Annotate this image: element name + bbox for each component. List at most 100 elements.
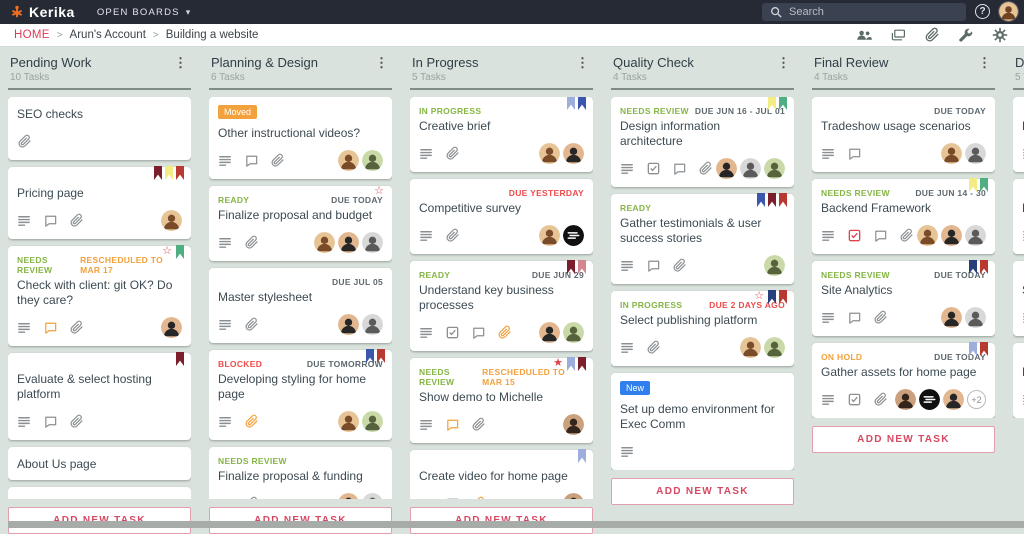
star-icon: ☆ [162, 245, 172, 257]
avatar [539, 322, 560, 343]
task-card[interactable]: NEEDS REVIEW Finalize proposal & funding [209, 447, 392, 499]
card-list: NEEDS REVIEW DUE JUN 16 - JUL 01 Design in… [611, 97, 794, 470]
search-input[interactable]: Search [762, 3, 966, 21]
card-list: DUED DUEL DUES DUEF [1013, 97, 1024, 418]
help-icon[interactable]: ? [975, 4, 990, 19]
card-title: Developing styling for home page [218, 372, 367, 401]
attach-icon [698, 161, 713, 176]
flag-icon [578, 97, 586, 110]
attachments-icon[interactable] [924, 27, 940, 43]
card-flags [969, 260, 988, 274]
card-title: Check with client: git OK? Do they care? [17, 278, 173, 307]
chat-icon [445, 417, 460, 432]
card-meta [218, 314, 383, 335]
card-indicators [419, 496, 486, 499]
card-title: Show demo to Michelle [419, 390, 544, 404]
task-card[interactable]: NEEDS REVIEW DUE JUN 16 - JUL 01 Design in… [611, 97, 794, 187]
task-card[interactable]: SEO checks [8, 97, 191, 160]
horizontal-scrollbar[interactable] [8, 521, 1024, 528]
card-status-row: DUE JUL 05 [218, 277, 383, 287]
flag-icon [377, 349, 385, 363]
breadcrumb-account[interactable]: Arun's Account [70, 29, 146, 41]
chat-icon [445, 496, 460, 499]
task-card[interactable]: IN PROGRESS Creative brief [410, 97, 593, 172]
card-assignees [740, 337, 785, 358]
column-menu-icon[interactable]: ⋮ [974, 55, 995, 71]
breadcrumb-home[interactable]: HOME [14, 29, 50, 41]
task-card[interactable]: DUEF [1013, 343, 1024, 418]
card-assignees [338, 493, 383, 499]
card-title: Site Analytics [821, 283, 893, 297]
task-card[interactable]: NEEDS REVIEW DUE JUN 14 - 30 Backend Frame… [812, 178, 995, 254]
card-assignees [563, 414, 584, 435]
task-card[interactable]: Any additional collateral we need? [8, 487, 191, 499]
add-new-task-button[interactable]: ADD NEW TASK [611, 478, 794, 505]
task-card[interactable]: ☆ READY DUE TODAY Finalize proposal and bud… [209, 185, 392, 261]
card-indicators [419, 417, 486, 432]
flag-icon [176, 166, 184, 180]
flag-icon [567, 97, 575, 110]
add-new-task-button[interactable]: ADD NEW TASK [812, 426, 995, 453]
task-card[interactable]: READY DUE JUN 29 Understand key business p… [410, 260, 593, 351]
avatar [362, 314, 383, 335]
team-icon[interactable] [856, 27, 872, 43]
avatar [362, 150, 383, 171]
attach-icon [69, 414, 84, 429]
task-card[interactable]: ON HOLD DUE TODAY Gather assets for home p… [812, 342, 995, 418]
card-meta [218, 411, 383, 432]
card-assignees [338, 411, 383, 432]
chat-icon [43, 320, 58, 335]
description-icon [821, 392, 836, 407]
avatar-overflow: +2 [967, 390, 986, 409]
user-avatar[interactable] [999, 2, 1018, 21]
task-card[interactable]: ★ NEEDS REVIEW RESCHEDULED TO MAR 15 Show d… [410, 357, 593, 443]
task-card[interactable]: READY Gather testimonials & user success … [611, 193, 794, 284]
status-label: NEEDS REVIEW [419, 367, 455, 387]
column-menu-icon[interactable]: ⋮ [170, 55, 191, 71]
card-status-row: READY DUE JUN 29 [419, 270, 584, 280]
task-card[interactable]: About Us page [8, 447, 191, 480]
task-card[interactable]: Evaluate & select hosting platform [8, 352, 191, 440]
column-header: Done5 Tasks⋮ [1013, 52, 1024, 90]
task-card[interactable]: New Set up demo environment for Exec Comm [611, 373, 794, 470]
brand-name: Kerika [29, 4, 75, 20]
flag-icon [366, 349, 374, 363]
task-card[interactable]: DUE YESTERDAY Competitive survey [410, 179, 593, 254]
task-card[interactable]: Moved Other instructional videos? [209, 97, 392, 179]
card-title: SEO checks [17, 107, 84, 121]
description-icon [419, 146, 434, 161]
card-meta [620, 441, 785, 462]
attach-icon [244, 414, 259, 429]
open-boards-menu[interactable]: OPEN BOARDS ▾ [97, 7, 192, 18]
card-status-row: DUE TODAY [821, 106, 986, 116]
task-card[interactable]: ☆ NEEDS REVIEW RESCHEDULED TO MAR 17 Check … [8, 245, 191, 346]
task-card[interactable]: Create video for home page [410, 449, 593, 499]
card-indicators [620, 340, 661, 355]
task-card[interactable]: BLOCKED DUE TOMORROW Developing styling fo… [209, 349, 392, 440]
column-menu-icon[interactable]: ⋮ [773, 55, 794, 71]
column-title: Final Review [814, 55, 889, 70]
task-card[interactable]: DUE JUL 05 Master stylesheet [209, 268, 392, 343]
task-card[interactable]: Pricing page [8, 166, 191, 239]
column-menu-icon[interactable]: ⋮ [371, 55, 392, 71]
task-card[interactable]: DUE TODAY Tradeshow usage scenarios [812, 97, 995, 172]
kerika-logo[interactable]: Kerika [10, 4, 75, 20]
description-icon [218, 235, 233, 250]
chat-icon [847, 146, 862, 161]
task-card[interactable]: DUED [1013, 97, 1024, 172]
card-indicators [218, 414, 259, 429]
description-icon [821, 146, 836, 161]
task-card[interactable]: ☆ IN PROGRESS DUE 2 DAYS AGO Select publish… [611, 290, 794, 366]
card-status-row: NEEDS REVIEW RESCHEDULED TO MAR 17 [17, 255, 182, 275]
column-menu-icon[interactable]: ⋮ [572, 55, 593, 71]
card-meta [419, 225, 584, 246]
task-card[interactable]: DUES [1013, 261, 1024, 336]
settings-icon[interactable] [992, 27, 1008, 43]
card-flags [768, 97, 787, 110]
card-assignees [338, 150, 383, 171]
task-card[interactable]: DUEL [1013, 179, 1024, 254]
task-card[interactable]: NEEDS REVIEW DUE TODAY Site Analytics [812, 260, 995, 336]
boards-icon[interactable] [890, 27, 906, 43]
tools-icon[interactable] [958, 27, 974, 43]
description-icon [419, 228, 434, 243]
